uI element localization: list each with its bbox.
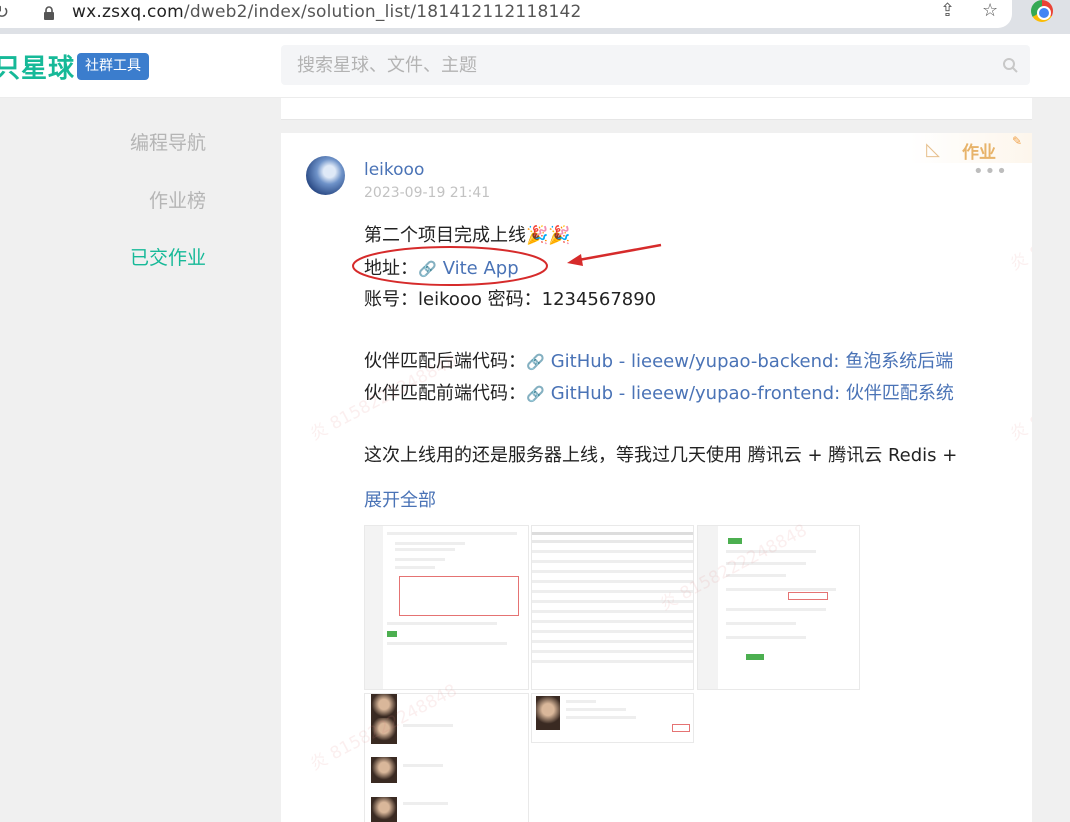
backend-label: 伙伴匹配后端代码： [364, 351, 526, 372]
pencil-icon: ✎ [1011, 134, 1022, 148]
row [726, 622, 796, 625]
user-photo [536, 696, 560, 730]
row [395, 542, 465, 545]
watermark: 炎 8158222248848 [1007, 180, 1032, 275]
row [532, 650, 693, 653]
account-line: 账号：leikooo 密码：1234567890 [364, 289, 657, 310]
row [532, 590, 693, 593]
screenshot-image-1[interactable] [364, 525, 529, 690]
homework-tag: ◺ 作业 ✎ [910, 133, 1032, 163]
search-box[interactable] [281, 45, 1030, 85]
more-icon[interactable]: ••• [973, 161, 1008, 182]
sidebar [698, 526, 718, 689]
backend-line: 伙伴匹配后端代码：🔗 GitHub - lieeew/yupao-backend:… [364, 347, 953, 373]
address-label: 地址： [364, 258, 418, 279]
row [566, 700, 596, 703]
row [566, 708, 626, 711]
button [746, 654, 764, 660]
expand-all-link[interactable]: 展开全部 [364, 486, 436, 512]
deploy-line: 这次上线用的还是服务器上线，等我过几天使用 腾讯云 + 腾讯云 Redis + [364, 445, 958, 466]
search-input[interactable] [297, 45, 977, 85]
row [726, 550, 816, 553]
post-time: 2023-09-19 21:41 [364, 185, 491, 201]
sidebar [365, 526, 383, 689]
link-icon: 🔗 [526, 353, 545, 371]
author-name[interactable]: leikooo [364, 160, 424, 180]
row [387, 532, 517, 535]
screenshot-image-2[interactable] [531, 525, 694, 690]
row [387, 622, 497, 625]
highlight-box [672, 724, 690, 732]
lock-icon[interactable] [44, 6, 54, 20]
row [532, 620, 693, 623]
screenshot-image-4[interactable] [364, 693, 529, 822]
row [403, 802, 448, 805]
user-photo [371, 797, 397, 822]
highlight-box [399, 576, 519, 616]
row [395, 558, 445, 561]
row [532, 600, 693, 603]
user-photo [371, 757, 397, 783]
row [387, 642, 507, 645]
button [387, 631, 397, 637]
frontend-link[interactable]: GitHub - lieeew/yupao-frontend: 伙伴匹配系统 [551, 383, 954, 404]
browser-toolbar: ↻ wx.zsxq.com/dweb2/index/solution_list/… [0, 0, 1070, 34]
row [532, 640, 693, 643]
row [532, 532, 693, 535]
frontend-label: 伙伴匹配前端代码： [364, 383, 526, 404]
row [403, 764, 443, 767]
screenshot-image-5[interactable] [531, 693, 694, 743]
row [566, 716, 636, 719]
row [395, 548, 455, 551]
url-host: wx.zsxq.com [72, 2, 184, 22]
row [532, 540, 693, 543]
link-icon: 🔗 [526, 385, 545, 403]
ruler-icon: ◺ [926, 139, 940, 160]
homework-label: 作业 [962, 143, 996, 163]
site-header: 只星球 社群工具 [0, 34, 1070, 98]
url-text[interactable]: wx.zsxq.com/dweb2/index/solution_list/18… [72, 2, 582, 22]
share-icon[interactable]: ⇪ [940, 0, 955, 21]
row [532, 570, 693, 573]
backend-link[interactable]: GitHub - lieeew/yupao-backend: 鱼泡系统后端 [551, 351, 954, 372]
search-icon[interactable] [1002, 57, 1018, 73]
tab [728, 538, 742, 544]
url-path: /dweb2/index/solution_list/1814121121181… [183, 2, 582, 22]
row [532, 550, 693, 553]
row [726, 574, 786, 577]
row [403, 724, 453, 727]
community-tools-badge[interactable]: 社群工具 [77, 53, 149, 80]
watermark: 炎 8158222248848 [1007, 350, 1032, 445]
post-line-1: 第二个项目完成上线🎉🎉 [364, 225, 571, 246]
star-icon[interactable]: ☆ [982, 0, 998, 21]
row [532, 660, 693, 663]
row [532, 610, 693, 613]
reload-icon[interactable]: ↻ [0, 2, 9, 23]
row [726, 608, 826, 611]
address-bar[interactable]: ↻ wx.zsxq.com/dweb2/index/solution_list/… [0, 0, 1012, 28]
site-logo[interactable]: 只星球 [0, 48, 75, 85]
address-link[interactable]: Vite App [443, 258, 519, 279]
link-icon: 🔗 [418, 260, 437, 278]
row [532, 630, 693, 633]
row [532, 580, 693, 583]
nav-item-programming-nav[interactable]: 编程导航 [130, 128, 206, 155]
highlight-box [788, 592, 828, 600]
row [726, 636, 806, 639]
avatar[interactable] [306, 156, 345, 195]
extension-icon[interactable] [1031, 0, 1053, 22]
nav-item-homework-ranking[interactable]: 作业榜 [149, 186, 206, 213]
row [726, 588, 836, 591]
nav-item-submitted-homework[interactable]: 已交作业 [130, 243, 206, 270]
row [532, 560, 693, 563]
row [395, 566, 435, 569]
screenshot-image-3[interactable] [697, 525, 860, 690]
address-line: 地址：🔗 Vite App [364, 254, 519, 280]
post-card: ◺ 作业 ✎ leikooo 2023-09-19 21:41 ••• 第二个项… [281, 133, 1032, 822]
frontend-line: 伙伴匹配前端代码：🔗 GitHub - lieeew/yupao-frontend… [364, 379, 954, 405]
row [726, 562, 806, 565]
user-photo [371, 694, 397, 720]
previous-card [281, 98, 1032, 120]
user-photo [371, 718, 397, 744]
